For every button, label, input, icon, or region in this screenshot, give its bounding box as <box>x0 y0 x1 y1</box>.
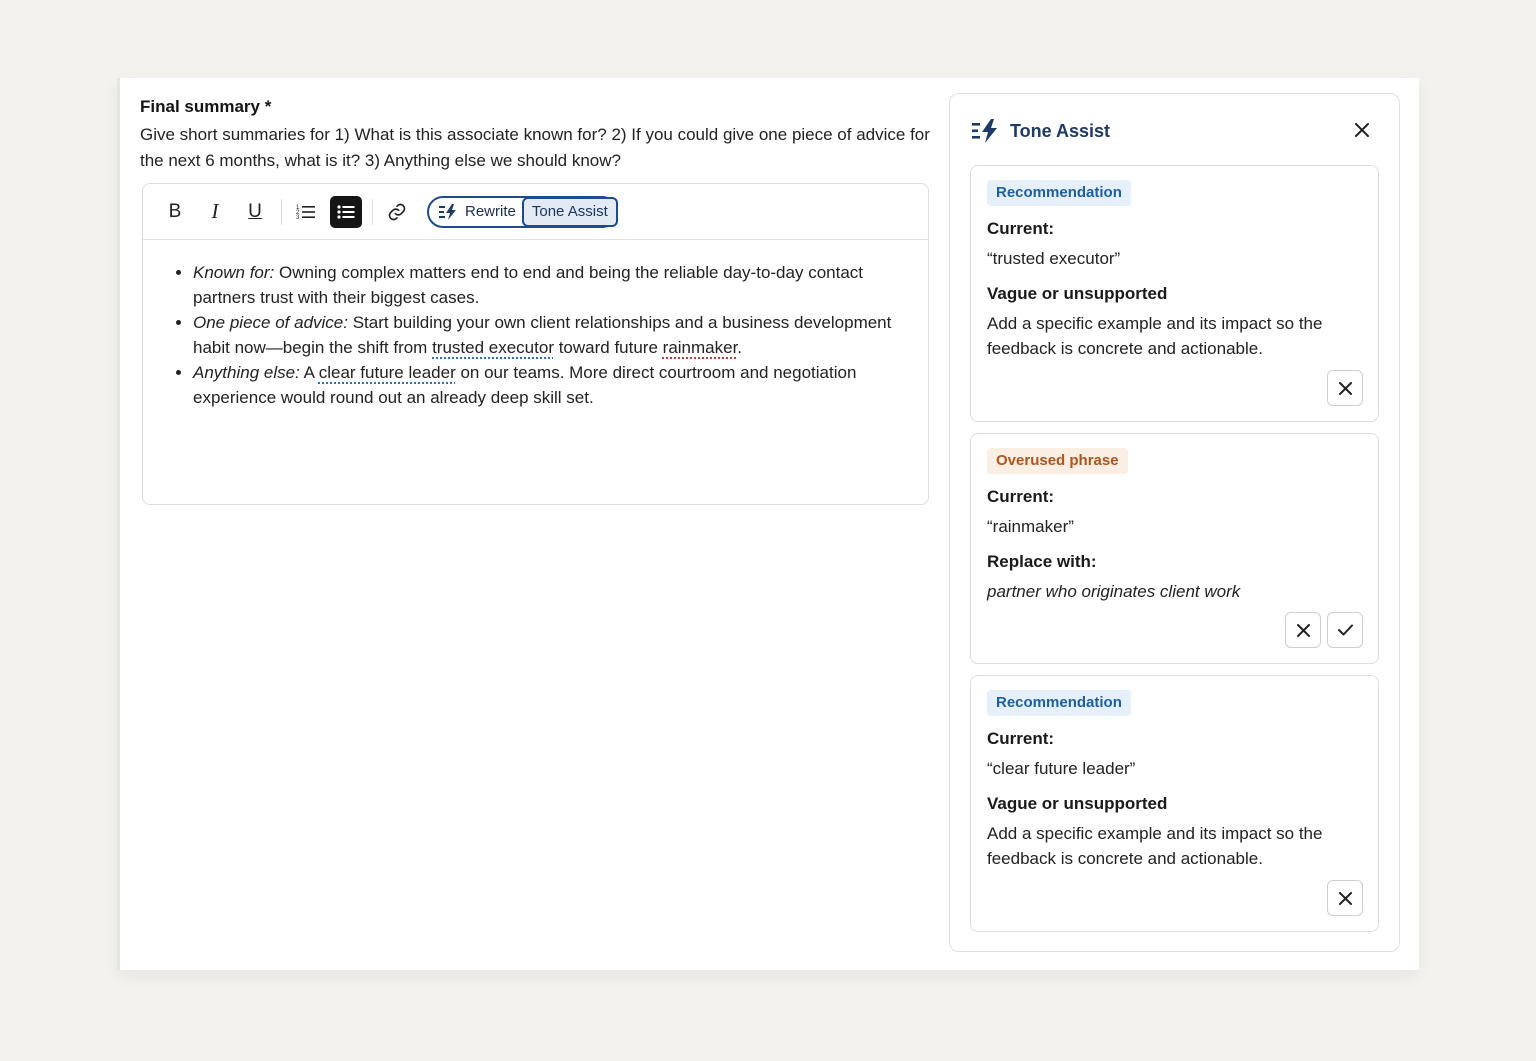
final-summary-field: Final summary * Give short summaries for… <box>140 96 930 174</box>
dismiss-button[interactable] <box>1327 370 1363 406</box>
suggestion-card: Recommendation Current: “trusted executo… <box>970 165 1379 422</box>
current-phrase: “trusted executor” <box>987 249 1121 268</box>
italic-button[interactable]: I <box>199 196 231 228</box>
accept-button[interactable] <box>1327 612 1363 648</box>
svg-text:3: 3 <box>296 215 300 221</box>
suggestion-actions <box>1327 370 1363 406</box>
toolbar-divider <box>372 198 373 225</box>
bullet-list-icon <box>337 204 355 219</box>
rich-text-editor[interactable]: B I U 1 2 3 Rewrite Tone Assist • Known … <box>142 183 929 505</box>
suggestion-actions <box>1285 612 1363 648</box>
suggestion-card: Overused phrase Current: “rainmaker” Rep… <box>970 433 1379 664</box>
issue-text: Add a specific example and its impact so… <box>987 824 1323 868</box>
close-icon <box>1296 623 1310 637</box>
link-button[interactable] <box>381 196 413 228</box>
overused-phrase-badge: Overused phrase <box>987 448 1128 474</box>
toolbar-divider <box>281 198 282 225</box>
field-title: Final summary * <box>140 97 272 116</box>
editor-content[interactable]: Known for: Owning complex matters end to… <box>143 240 928 410</box>
flagged-phrase-trusted-executor[interactable]: trusted executor <box>432 338 554 357</box>
rewrite-label: Rewrite <box>465 203 516 220</box>
dismiss-button[interactable] <box>1327 880 1363 916</box>
tone-assist-icon <box>972 119 997 143</box>
item-text: . <box>737 338 743 357</box>
item-label: Known for: <box>193 263 275 282</box>
close-icon <box>1338 891 1352 905</box>
numbered-list-icon: 1 2 3 <box>296 205 315 221</box>
recommendation-badge: Recommendation <box>987 180 1131 206</box>
summary-list: Known for: Owning complex matters end to… <box>193 260 904 410</box>
replace-label: Replace with: <box>987 552 1097 571</box>
current-phrase: “clear future leader” <box>987 759 1136 778</box>
tone-assist-panel: Tone Assist Recommendation Current: “tru… <box>949 93 1400 952</box>
list-item: Known for: Owning complex matters end to… <box>193 260 904 310</box>
list-item: Anything else: A clear future leader on … <box>193 360 904 410</box>
close-icon <box>1338 381 1352 395</box>
flagged-phrase-rainmaker[interactable]: rainmaker <box>663 338 738 357</box>
dismiss-button[interactable] <box>1285 612 1321 648</box>
item-text: toward future <box>553 338 663 357</box>
underline-button[interactable]: U <box>239 196 271 228</box>
tone-assist-button[interactable]: Tone Assist <box>521 196 618 227</box>
panel-title: Tone Assist <box>1010 120 1111 141</box>
item-text: A <box>299 363 319 382</box>
bold-button[interactable]: B <box>159 196 191 228</box>
current-label: Current: <box>987 219 1055 238</box>
item-text: Owning complex matters end to end and be… <box>193 263 863 307</box>
rewrite-button[interactable]: Rewrite <box>439 203 522 220</box>
current-label: Current: <box>987 487 1055 506</box>
suggestion-actions <box>1327 880 1363 916</box>
ai-bolt-icon <box>439 203 456 220</box>
review-card: Final summary * Give short summaries for… <box>117 78 1419 970</box>
checkmark-icon <box>1337 624 1353 636</box>
editor-toolbar: B I U 1 2 3 Rewrite Tone Assist <box>143 184 928 240</box>
suggestion-card: Recommendation Current: “clear future le… <box>970 675 1379 932</box>
recommendation-badge: Recommendation <box>987 690 1131 716</box>
field-description: Give short summaries for 1) What is this… <box>140 125 930 170</box>
replacement-text: partner who originates client work <box>987 582 1241 601</box>
issue-label: Vague or unsupported <box>987 794 1168 813</box>
panel-header: Tone Assist <box>950 94 1399 168</box>
bullet-list-button[interactable] <box>330 195 362 228</box>
issue-text: Add a specific example and its impact so… <box>987 314 1323 358</box>
current-phrase: “rainmaker” <box>987 517 1074 536</box>
list-item: One piece of advice: Start building your… <box>193 310 904 360</box>
flagged-phrase-clear-future-leader[interactable]: clear future leader <box>319 363 456 382</box>
close-panel-button[interactable] <box>1351 119 1373 141</box>
close-icon <box>1355 123 1369 137</box>
item-label: One piece of advice: <box>193 313 348 332</box>
numbered-list-button[interactable]: 1 2 3 <box>290 196 322 228</box>
issue-label: Vague or unsupported <box>987 284 1168 303</box>
link-icon <box>388 203 406 220</box>
ai-tools-group: Rewrite Tone Assist <box>427 195 618 228</box>
current-label: Current: <box>987 729 1055 748</box>
item-label: Anything else: <box>193 363 300 382</box>
